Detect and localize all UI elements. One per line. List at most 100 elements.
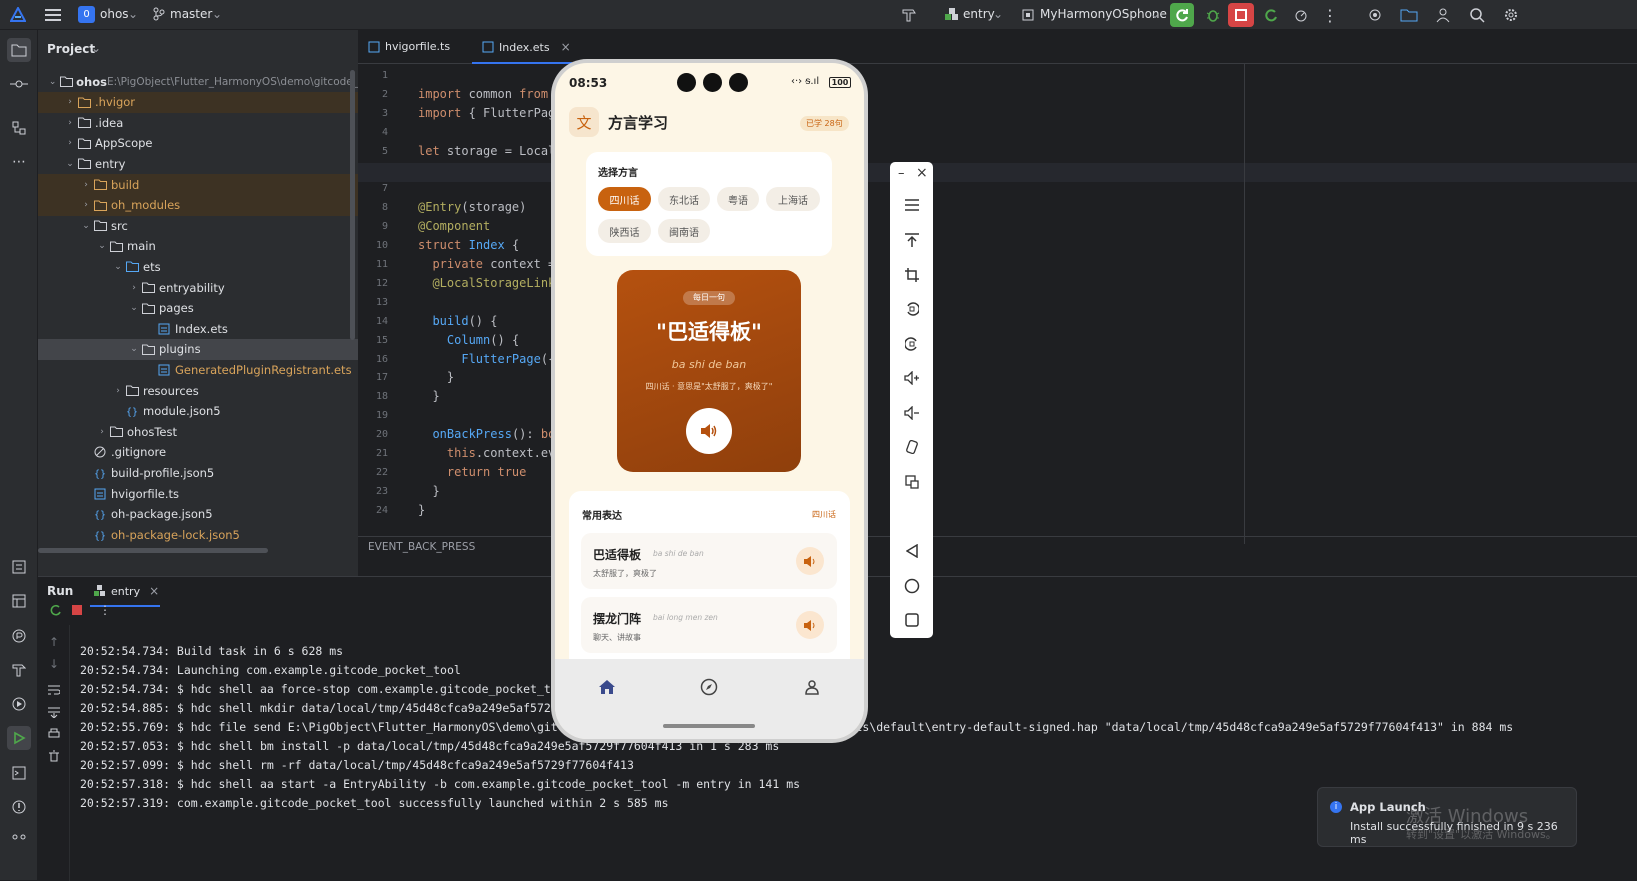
crop-icon[interactable]	[890, 268, 933, 282]
stop-icon[interactable]	[68, 601, 86, 619]
rerun-icon[interactable]	[46, 601, 64, 619]
tree-item[interactable]: › .idea	[38, 112, 358, 133]
tree-item[interactable]: {} build-profile.json5	[38, 462, 358, 483]
profile-icon[interactable]	[7, 624, 31, 648]
gear-icon[interactable]	[1500, 4, 1522, 26]
tree-item[interactable]: {} oh-package.json5	[38, 504, 358, 525]
tree-item[interactable]: GeneratedPluginRegistrant.ets	[38, 359, 358, 380]
folder-sync-icon[interactable]	[1398, 4, 1420, 26]
chevron-right-icon[interactable]: ›	[128, 283, 140, 293]
rotate-right-icon[interactable]	[890, 337, 933, 351]
chevron-down-icon[interactable]: ⌄	[80, 221, 92, 231]
device-selector[interactable]: MyHarmonyOSphone	[1040, 7, 1167, 21]
notification-toast[interactable]: i App Launch Install successfully finish…	[1317, 787, 1577, 847]
tree-item[interactable]: › .hvigor	[38, 91, 358, 113]
minimize-icon[interactable]: –	[898, 166, 905, 181]
search-icon[interactable]	[1466, 4, 1488, 26]
build-icon[interactable]	[7, 658, 31, 682]
back-icon[interactable]	[890, 544, 933, 558]
tree-item[interactable]: › AppScope	[38, 133, 358, 154]
tree-item[interactable]: ⌄ ets	[38, 256, 358, 277]
tree-item[interactable]: ⌄ main	[38, 236, 358, 257]
stop-icon[interactable]	[1228, 3, 1254, 27]
git-icon[interactable]	[7, 827, 31, 847]
compass-icon[interactable]	[697, 675, 721, 699]
tab-hvigorfile[interactable]: hvigorfile.ts	[368, 40, 450, 53]
profile-icon[interactable]	[800, 675, 824, 699]
volume-down-icon[interactable]	[890, 406, 933, 420]
phrase-item[interactable]: 摆龙门阵 bai long men zen 聊天、讲故事	[581, 597, 837, 653]
tree-item[interactable]: {} oh-package-lock.json5	[38, 524, 358, 545]
chevron-down-icon[interactable]: ⌄	[47, 77, 58, 87]
chevron-right-icon[interactable]: ›	[80, 200, 92, 210]
chevron-down-icon[interactable]: ⌄	[96, 241, 108, 251]
horizontal-scrollbar[interactable]	[38, 548, 268, 553]
chevron-down-icon[interactable]: ⌄	[64, 159, 76, 169]
hammer-icon[interactable]	[898, 5, 920, 25]
rerun-icon[interactable]	[1170, 3, 1194, 27]
speaker-icon[interactable]	[796, 611, 824, 639]
tree-item[interactable]: ⌄ plugins	[38, 338, 358, 360]
breadcrumb[interactable]: EVENT_BACK_PRESS	[368, 541, 475, 553]
tree-item[interactable]: {} module.json5	[38, 401, 358, 422]
pin-top-icon[interactable]	[890, 233, 933, 247]
speaker-icon[interactable]	[686, 408, 732, 454]
tree-item[interactable]: ⌄ ohos E:\PigObject\Flutter_HarmonyOS\dem…	[38, 71, 358, 92]
chevron-right-icon[interactable]: ›	[112, 386, 124, 396]
debug-icon[interactable]	[1202, 4, 1224, 26]
close-icon[interactable]: ×	[149, 584, 159, 598]
menu-icon[interactable]	[890, 199, 933, 211]
more-horizontal-icon[interactable]: ⋯	[7, 150, 31, 174]
chevron-down-icon[interactable]: ⌄	[128, 344, 140, 354]
tree-item[interactable]: › ohosTest	[38, 421, 358, 442]
dialect-chip-dongbei[interactable]: 东北话	[658, 187, 710, 211]
chevron-down-icon[interactable]: ⌄	[112, 262, 124, 272]
volume-up-icon[interactable]	[890, 371, 933, 385]
project-folder-icon[interactable]	[7, 38, 31, 62]
tree-item[interactable]: › entryability	[38, 277, 358, 298]
project-selector[interactable]: ohos	[100, 7, 129, 21]
layout-icon[interactable]	[7, 589, 31, 613]
terminal-icon[interactable]	[7, 761, 31, 785]
recents-icon[interactable]	[890, 613, 933, 627]
vertical-scrollbar[interactable]	[350, 70, 355, 340]
account-icon[interactable]	[1432, 4, 1454, 26]
shake-icon[interactable]	[890, 440, 933, 454]
profiler-icon[interactable]	[1290, 4, 1312, 26]
commit-icon[interactable]	[7, 72, 31, 96]
chevron-down-icon[interactable]: ⌄	[128, 303, 140, 313]
chevron-right-icon[interactable]: ›	[64, 118, 76, 128]
branch-selector[interactable]: master	[170, 7, 212, 21]
rotate-left-icon[interactable]	[890, 302, 933, 316]
close-icon[interactable]: ×	[561, 40, 571, 54]
home-icon[interactable]	[595, 675, 619, 699]
tree-item[interactable]: hvigorfile.ts	[38, 483, 358, 504]
chevron-right-icon[interactable]: ›	[64, 138, 76, 148]
dialect-chip-minnan[interactable]: 闽南语	[658, 219, 710, 243]
dialect-chip-shanghai[interactable]: 上海话	[766, 187, 820, 211]
tree-item[interactable]: .gitignore	[38, 442, 358, 463]
home-button-icon[interactable]	[890, 578, 933, 594]
tab-index[interactable]: Index.ets ×	[472, 30, 572, 64]
run-icon[interactable]	[7, 726, 31, 750]
problems-icon[interactable]	[7, 795, 31, 819]
panel-title[interactable]: Project	[47, 42, 95, 56]
services-icon[interactable]	[7, 692, 31, 716]
more-vertical-icon[interactable]: ⋮	[96, 601, 114, 619]
phrase-item[interactable]: 巴适得板 ba shi de ban 太舒服了，爽极了	[581, 533, 837, 589]
apply-changes-icon[interactable]	[1260, 4, 1282, 26]
chevron-right-icon[interactable]: ›	[96, 427, 108, 437]
target-icon[interactable]	[1364, 4, 1386, 26]
multi-screen-icon[interactable]	[890, 475, 933, 489]
tree-item[interactable]: ⌄ src	[38, 215, 358, 236]
tree-item[interactable]: › resources	[38, 380, 358, 401]
gesture-bar[interactable]	[663, 724, 755, 728]
more-vertical-icon[interactable]: ⋮	[1320, 4, 1340, 26]
dialect-chip-sichuan[interactable]: 四川话	[598, 187, 651, 211]
phone-screen[interactable]: 08:53 ‹·› ᵴ.ıl 100 文 方言学习 已学 28句 选择方言 四川…	[555, 63, 864, 739]
structure-icon[interactable]	[7, 116, 31, 140]
tree-item[interactable]: Index.ets	[38, 318, 358, 339]
chevron-right-icon[interactable]: ›	[64, 97, 76, 107]
speaker-icon[interactable]	[796, 547, 824, 575]
run-config-selector[interactable]: entry	[963, 7, 995, 21]
